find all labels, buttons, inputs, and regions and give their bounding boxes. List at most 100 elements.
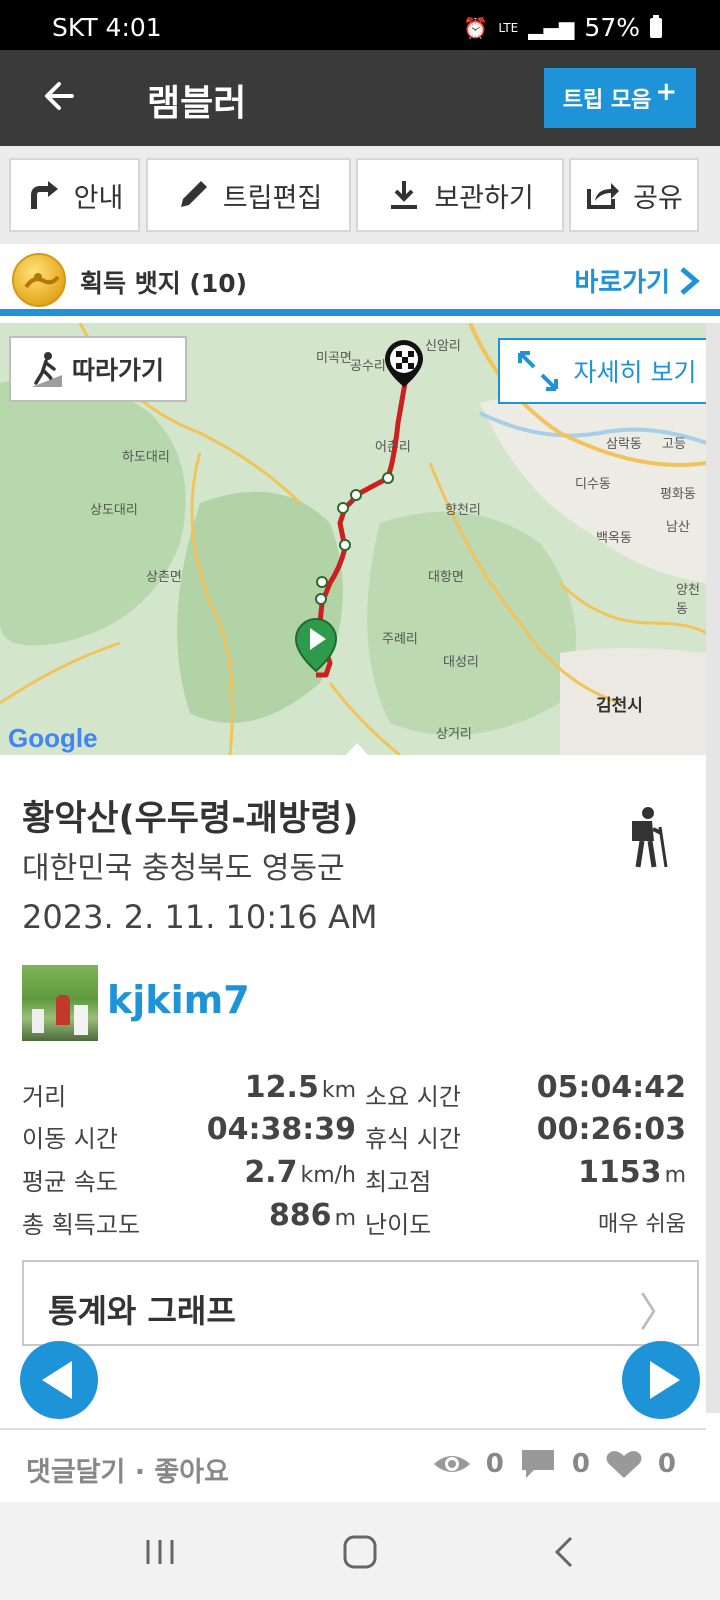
map-pointer-caret [346,743,368,755]
medal-icon [12,253,66,307]
map-label: 양천동 [676,583,700,617]
previous-trip-button[interactable] [20,1341,98,1419]
social-counts: 0 0 0 [432,1448,676,1480]
hiker-icon [632,807,668,868]
status-icons: ⏰ LTE ▂▄▆ 57% [463,13,662,42]
next-trip-button[interactable] [622,1341,700,1419]
max-altitude-label: 최고점 [365,1168,432,1196]
moving-time-label: 이동 시간 [22,1125,118,1153]
guide-label: 안내 [73,182,124,214]
stats-graph-button[interactable]: 통계와 그래프 〉 [22,1260,699,1346]
carrier-time: SKT 4:01 [52,13,162,42]
trip-title: 황악산(우두령-괘방령) [22,799,359,839]
expand-arrows-icon [517,351,558,391]
action-bar: 안내 트립편집 보관하기 공유 [0,146,720,244]
map-label: 신암리 [425,339,461,354]
follow-label: 따라가기 [71,356,164,385]
trip-location: 대한민국 충청북도 영동군 [22,851,345,886]
home-icon[interactable] [340,1532,380,1572]
app-bar: 램블러 트립 모음 + [0,50,720,146]
plus-icon: + [655,77,678,107]
scroll-edge [706,323,720,1413]
badge-row[interactable]: 획득 뱃지 (10) 바로가기 [0,244,720,316]
map-label: 고등 [662,437,686,452]
rest-time-value: 00:26:03 [536,1112,686,1147]
likes-count: 0 [657,1449,676,1479]
edit-trip-button[interactable]: 트립편집 [146,158,351,232]
pencil-icon [180,181,207,207]
map-label: 대항면 [428,570,464,585]
difficulty-value: 매우 쉬움 [598,1212,686,1237]
map-label: 어촌리 [375,440,411,455]
map-label: 디수동 [575,477,611,492]
comments-count: 0 [571,1449,590,1479]
social-footer: 댓글달기 · 좋아요 0 0 0 [0,1428,706,1502]
save-label: 보관하기 [434,182,534,214]
lte-icon: LTE [498,20,519,35]
map-label: 상거리 [436,727,472,742]
share-icon [587,183,620,209]
elevation-gain-label: 총 획득고도 [22,1211,141,1239]
avg-speed-label: 평균 속도 [22,1168,118,1196]
map-label: 향천리 [445,503,481,518]
google-logo: Google [8,723,98,753]
earned-badges-label: 획득 뱃지 (10) [80,269,248,298]
guide-button[interactable]: 안내 [9,158,140,232]
comment-like-link[interactable]: 댓글달기 · 좋아요 [26,1450,229,1489]
eye-icon [433,1456,470,1472]
difficulty-label: 난이도 [365,1211,432,1239]
battery-icon [650,14,662,38]
follow-button[interactable]: 따라가기 [9,336,187,402]
share-button[interactable]: 공유 [569,158,699,232]
map-label: 미곡면 [316,351,352,366]
heart-icon [606,1451,642,1478]
back-arrow-icon[interactable] [38,74,82,118]
edit-trip-label: 트립편집 [222,182,323,214]
status-bar: SKT 4:01 ⏰ LTE ▂▄▆ 57% [0,0,720,50]
map-label: 백옥동 [596,531,632,546]
view-detail-button[interactable]: 자세히 보기 [498,338,706,404]
play-right-icon [650,1361,680,1399]
system-nav-bar [0,1502,720,1600]
goto-link[interactable]: 바로가기 [574,262,700,299]
back-icon[interactable] [545,1532,585,1572]
trip-collection-label: 트립 모음 [562,88,652,113]
map-label: 주례리 [382,632,418,647]
save-button[interactable]: 보관하기 [356,158,564,232]
views-count: 0 [485,1449,504,1479]
share-label: 공유 [633,182,683,214]
route-map[interactable]: 미곡면 공수리 신암리 하도대리 어촌리 상도대리 향천리 디수동 상촌면 대항… [0,323,706,755]
alarm-icon: ⏰ [463,15,489,40]
trip-datetime: 2023. 2. 11. 10:16 AM [22,898,378,936]
signal-icon: ▂▄▆ [528,15,575,40]
map-label: 상촌면 [146,570,182,585]
battery-percent: 57% [584,13,640,42]
chevron-right-icon: 〉 [639,1290,679,1336]
distance-value: 12.5 km [244,1070,356,1105]
avg-speed-value: 2.7 km/h [244,1155,356,1190]
max-altitude-value: 1153 m [578,1155,686,1190]
moving-time-value: 04:38:39 [206,1112,356,1147]
map-label: 대성리 [443,655,479,670]
view-detail-label: 자세히 보기 [573,358,697,387]
stats-graph-label: 통계와 그래프 [48,1292,236,1330]
username-link[interactable]: kjkim7 [107,978,250,1022]
duration-value: 05:04:42 [536,1070,686,1105]
download-icon [391,181,418,209]
map-label: 공수리 [350,359,386,374]
map-label: 하도대리 [122,450,170,465]
goto-label: 바로가기 [574,268,670,298]
trip-collection-button[interactable]: 트립 모음 + [544,68,696,128]
distance-label: 거리 [22,1083,67,1111]
walker-icon [31,352,62,387]
turn-arrow-icon [30,181,58,209]
map-label: 삼락동 [606,437,642,452]
comment-icon [521,1450,554,1478]
recent-apps-icon[interactable] [140,1532,180,1572]
avatar[interactable] [22,965,98,1041]
map-label: 상도대리 [90,503,138,518]
elevation-gain-value: 886 m [268,1198,356,1233]
play-left-icon [42,1361,72,1399]
map-label: 김천시 [596,696,643,716]
app-title: 램블러 [147,83,247,124]
